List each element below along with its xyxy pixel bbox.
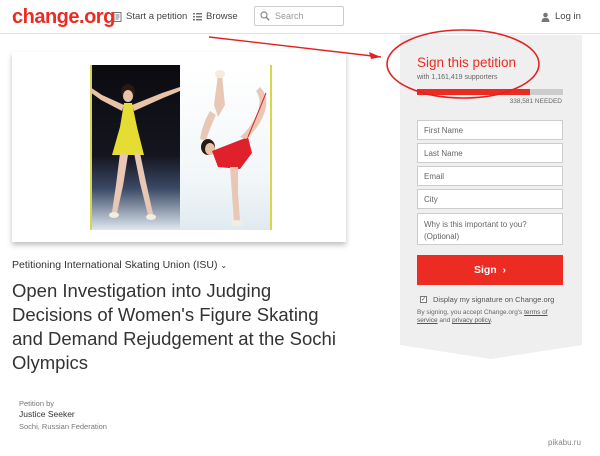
signature-progress-fill <box>417 89 530 95</box>
supporters-count: with 1,161,419 supporters <box>417 74 498 81</box>
browse-link[interactable]: Browse <box>193 11 238 22</box>
login-label: Log in <box>555 11 581 22</box>
consent-prefix: By signing, you accept Change.org's <box>417 309 525 316</box>
email-field[interactable]: Email <box>417 166 563 186</box>
sign-petition-panel: Sign this petition with 1,161,419 suppor… <box>400 35 582 359</box>
petitioning-target[interactable]: Petitioning International Skating Union … <box>12 259 227 271</box>
sign-button-label: Sign <box>473 264 497 276</box>
reason-textarea[interactable]: Why is this important to you? (Optional) <box>417 213 563 245</box>
search-input[interactable]: Search <box>254 6 344 26</box>
sign-button[interactable]: Sign › <box>417 255 563 285</box>
signature-progress-bar <box>417 89 563 95</box>
petition-author[interactable]: Justice Seeker <box>19 409 75 419</box>
last-name-field[interactable]: Last Name <box>417 143 563 163</box>
city-field[interactable]: City <box>417 189 563 209</box>
start-petition-link[interactable]: Start a petition <box>113 11 187 22</box>
petition-location: Sochi, Russian Federation <box>19 422 107 431</box>
chevron-down-icon: ⌄ <box>220 261 228 270</box>
sign-petition-heading: Sign this petition <box>417 55 517 70</box>
chevron-right-icon: › <box>499 264 507 276</box>
petition-image-card <box>12 52 346 242</box>
petition-title: Open Investigation into Judging Decision… <box>12 280 336 373</box>
consent-suffix: . <box>490 317 493 324</box>
display-signature-checkbox[interactable]: ✓ <box>420 296 427 303</box>
petition-by-label: Petition by <box>19 399 55 408</box>
pikabu-watermark: pikabu.ru <box>548 438 581 447</box>
change-org-logo[interactable]: change.org <box>12 6 115 29</box>
consent-text: By signing, you accept Change.org's term… <box>417 309 567 325</box>
figure-skaters-photo <box>90 65 272 230</box>
privacy-policy-link[interactable]: privacy policy <box>452 317 491 324</box>
signatures-needed: 338,581 NEEDED <box>509 98 562 105</box>
petitioning-label: Petitioning International Skating Union … <box>12 259 218 271</box>
consent-and: and <box>437 317 453 324</box>
login-link[interactable]: Log in <box>541 11 581 22</box>
start-petition-label: Start a petition <box>126 11 188 22</box>
search-placeholder: Search <box>275 11 304 21</box>
user-icon <box>541 12 550 22</box>
browse-label: Browse <box>206 11 238 22</box>
display-signature-label: Display my signature on Change.org <box>433 295 555 304</box>
display-signature-option: ✓ Display my signature on Change.org <box>420 295 554 304</box>
first-name-field[interactable]: First Name <box>417 120 563 140</box>
annotation-arrowhead <box>369 52 381 59</box>
document-icon <box>113 11 122 22</box>
list-icon <box>193 13 202 21</box>
top-navigation: change.org Start a petition Browse Searc… <box>0 0 600 34</box>
search-icon <box>260 11 270 21</box>
